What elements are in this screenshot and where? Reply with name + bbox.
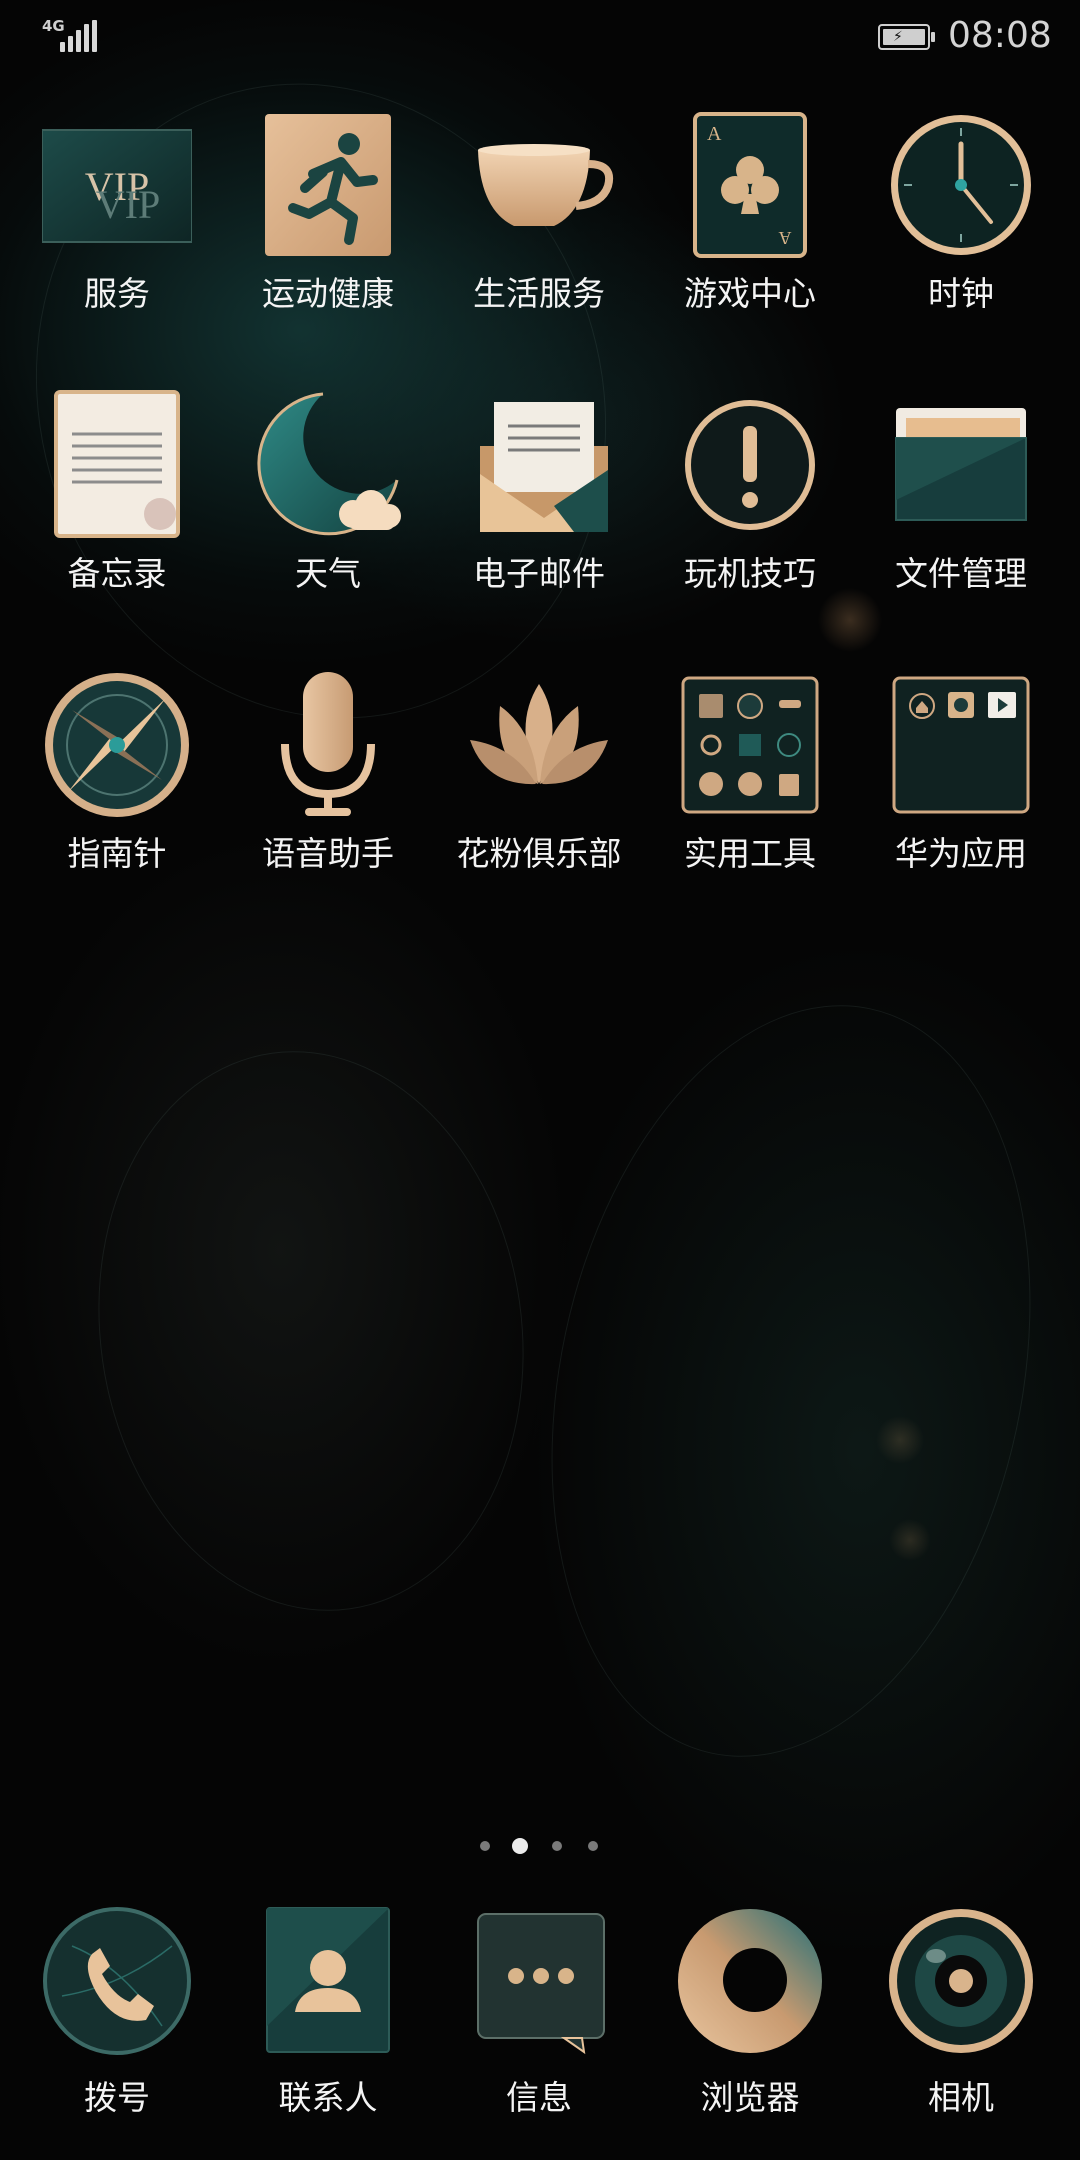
page-dot[interactable] bbox=[588, 1841, 598, 1851]
app-label: 花粉俱乐部 bbox=[456, 834, 622, 873]
app-label: 实用工具 bbox=[684, 834, 816, 873]
camera-icon bbox=[886, 1906, 1036, 2056]
clock-icon bbox=[886, 110, 1036, 260]
wallpaper-petal bbox=[62, 1023, 560, 1639]
app-label: 运动健康 bbox=[262, 274, 394, 313]
app-label: 浏览器 bbox=[700, 2078, 800, 2117]
app-compass[interactable]: 指南针 bbox=[12, 670, 222, 930]
app-label: 时钟 bbox=[928, 274, 994, 313]
notepad-icon bbox=[42, 390, 192, 540]
app-label: 服务 bbox=[84, 274, 150, 313]
app-label: 备忘录 bbox=[67, 554, 167, 593]
cup-icon bbox=[464, 110, 614, 260]
app-service[interactable]: VIP VIP 服务 bbox=[12, 110, 222, 370]
contact-icon bbox=[253, 1906, 403, 2056]
signal-bars-icon bbox=[56, 20, 98, 52]
app-label: 生活服务 bbox=[473, 274, 605, 313]
app-label: 相机 bbox=[928, 2078, 994, 2117]
message-icon bbox=[464, 1906, 614, 2056]
app-contacts[interactable]: 联系人 bbox=[223, 1906, 433, 2160]
compass-icon bbox=[42, 670, 192, 820]
app-fan-club[interactable]: 花粉俱乐部 bbox=[434, 670, 644, 930]
app-label: 玩机技巧 bbox=[684, 554, 816, 593]
vip-icon: VIP VIP bbox=[42, 110, 192, 260]
app-clock[interactable]: 时钟 bbox=[856, 110, 1066, 370]
app-health[interactable]: 运动健康 bbox=[223, 110, 433, 370]
app-label: 文件管理 bbox=[895, 554, 1027, 593]
app-label: 语音助手 bbox=[262, 834, 394, 873]
status-time: 08:08 bbox=[948, 15, 1052, 56]
battery-level bbox=[883, 29, 925, 45]
tools-folder-icon bbox=[675, 670, 825, 820]
app-label: 指南针 bbox=[67, 834, 167, 873]
huawei-apps-folder-icon bbox=[886, 670, 1036, 820]
charging-bolt-icon: ⚡ bbox=[893, 29, 903, 45]
app-camera[interactable]: 相机 bbox=[856, 1906, 1066, 2160]
page-dot[interactable] bbox=[552, 1841, 562, 1851]
app-huawei-folder[interactable]: 华为应用 bbox=[856, 670, 1066, 930]
app-tools-folder[interactable]: 实用工具 bbox=[645, 670, 855, 930]
app-label: 信息 bbox=[506, 2078, 572, 2117]
microphone-icon bbox=[253, 670, 403, 820]
svg-text:VIP: VIP bbox=[96, 182, 160, 227]
app-file-manager[interactable]: 文件管理 bbox=[856, 390, 1066, 650]
battery-charging-icon: ⚡ bbox=[878, 24, 935, 50]
app-label: 华为应用 bbox=[895, 834, 1027, 873]
page-dot[interactable] bbox=[480, 1841, 490, 1851]
browser-icon bbox=[675, 1906, 825, 2056]
folder-icon bbox=[886, 390, 1036, 540]
phone-icon bbox=[42, 1906, 192, 2056]
wallpaper-petal bbox=[485, 960, 1080, 1802]
app-label: 游戏中心 bbox=[684, 274, 816, 313]
app-weather[interactable]: 天气 bbox=[223, 390, 433, 650]
exclamation-icon bbox=[675, 390, 825, 540]
status-bar: 4G ⚡ 08:08 bbox=[0, 0, 1080, 70]
svg-text:A: A bbox=[707, 123, 722, 145]
app-dialer[interactable]: 拨号 bbox=[12, 1906, 222, 2160]
app-label: 天气 bbox=[295, 554, 361, 593]
app-label: 拨号 bbox=[84, 2078, 150, 2117]
app-messages[interactable]: 信息 bbox=[434, 1906, 644, 2160]
running-person-icon bbox=[253, 110, 403, 260]
app-tips[interactable]: 玩机技巧 bbox=[645, 390, 855, 650]
app-life-services[interactable]: 生活服务 bbox=[434, 110, 644, 370]
page-dot-active[interactable] bbox=[512, 1838, 528, 1854]
playing-card-icon: A A bbox=[675, 110, 825, 260]
moon-cloud-icon bbox=[253, 390, 403, 540]
app-game-center[interactable]: A A 游戏中心 bbox=[645, 110, 855, 370]
app-voice-assistant[interactable]: 语音助手 bbox=[223, 670, 433, 930]
svg-text:A: A bbox=[779, 228, 792, 248]
envelope-icon bbox=[464, 390, 614, 540]
app-email[interactable]: 电子邮件 bbox=[434, 390, 644, 650]
app-label: 联系人 bbox=[278, 2078, 378, 2117]
app-browser[interactable]: 浏览器 bbox=[645, 1906, 855, 2160]
page-indicator[interactable] bbox=[470, 1834, 610, 1858]
app-label: 电子邮件 bbox=[473, 554, 605, 593]
app-notepad[interactable]: 备忘录 bbox=[12, 390, 222, 650]
home-screen: 4G ⚡ 08:08 VIP VIP 服务 运动健康 生活服务 A A 游戏中心… bbox=[0, 0, 1080, 2160]
lotus-icon bbox=[464, 670, 614, 820]
